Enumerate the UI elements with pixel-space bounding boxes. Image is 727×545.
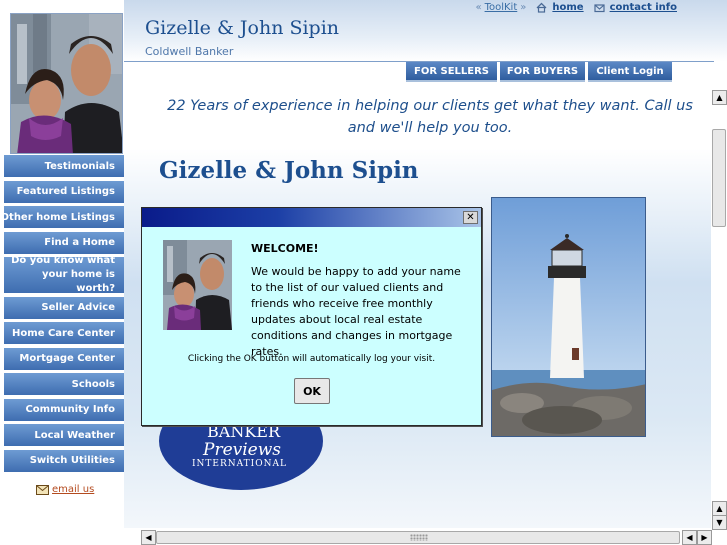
sidebar-item-schools[interactable]: Schools	[4, 373, 126, 395]
vertical-scroll-thumb[interactable]	[712, 129, 726, 227]
scroll-up-secondary-button[interactable]: ▲	[712, 501, 727, 516]
sidebar-item-home-worth[interactable]: Do you know what your home is worth?	[4, 255, 126, 294]
ok-button[interactable]: OK	[294, 378, 330, 404]
sidebar-item-home-care-center[interactable]: Home Care Center	[4, 322, 126, 344]
scroll-grip	[410, 534, 428, 541]
envelope-icon	[36, 484, 49, 495]
toolkit-suffix: »	[520, 2, 527, 13]
agent-photo	[10, 13, 123, 154]
email-us-label[interactable]: email us	[52, 484, 94, 495]
tagline: 22 Years of experience in helping our cl…	[167, 98, 693, 136]
scroll-up-button[interactable]: ▲	[712, 90, 727, 105]
scroll-left-secondary-button[interactable]: ◀	[682, 530, 697, 545]
dialog-message: We would be happy to add your name to th…	[251, 265, 461, 358]
scroll-down-button[interactable]: ▼	[712, 515, 727, 530]
content-title: Gizelle & John Sipin	[159, 157, 419, 184]
dialog-agent-photo	[163, 240, 232, 330]
email-us-link[interactable]: email us	[36, 484, 94, 495]
logo-text-previews: Previews	[203, 440, 282, 460]
sidebar-item-testimonials[interactable]: Testimonials	[4, 155, 126, 177]
sidebar-item-mortgage-center[interactable]: Mortgage Center	[4, 347, 126, 370]
for-buyers-button[interactable]: FOR BUYERS	[500, 62, 585, 82]
home-link[interactable]: home	[552, 2, 583, 13]
site-subtitle: Coldwell Banker	[145, 45, 234, 58]
scroll-right-button[interactable]: ▶	[697, 530, 712, 545]
scroll-left-button[interactable]: ◀	[141, 530, 156, 545]
sidebar-item-switch-utilities[interactable]: Switch Utilities	[4, 449, 126, 472]
sidebar-item-local-weather[interactable]: Local Weather	[4, 424, 126, 446]
for-sellers-button[interactable]: FOR SELLERS	[406, 62, 497, 82]
sidebar-item-seller-advice[interactable]: Seller Advice	[4, 296, 126, 319]
dialog-note: Clicking the OK button will automaticall…	[187, 354, 436, 364]
home-icon[interactable]	[536, 2, 547, 13]
lighthouse-photo	[491, 197, 646, 437]
top-links: « ToolKit » home contact info	[475, 1, 677, 14]
sidebar-item-find-a-home[interactable]: Find a Home	[4, 231, 126, 254]
dialog-close-button[interactable]: ✕	[463, 211, 478, 224]
welcome-dialog: ✕ WELCOME! We would be happy to add your…	[141, 207, 482, 426]
dialog-titlebar[interactable]: ✕	[142, 208, 481, 227]
sidebar-item-featured-listings[interactable]: Featured Listings	[4, 180, 126, 203]
contact-icon[interactable]	[593, 2, 605, 13]
toolkit-link[interactable]: ToolKit	[485, 2, 518, 13]
top-navigation: FOR SELLERS FOR BUYERS Client Login	[406, 62, 672, 82]
sidebar-item-other-home-listings[interactable]: Other home Listings	[1, 206, 126, 228]
sidebar-nav: Testimonials Featured Listings Other hom…	[1, 155, 126, 475]
contact-info-link[interactable]: contact info	[610, 2, 677, 13]
dialog-heading: WELCOME!	[251, 242, 319, 255]
client-login-button[interactable]: Client Login	[588, 62, 672, 82]
toolkit-prefix: «	[475, 2, 482, 13]
logo-text-international: INTERNATIONAL	[192, 459, 287, 469]
sidebar-item-community-info[interactable]: Community Info	[4, 398, 126, 421]
site-title: Gizelle & John Sipin	[145, 17, 340, 39]
